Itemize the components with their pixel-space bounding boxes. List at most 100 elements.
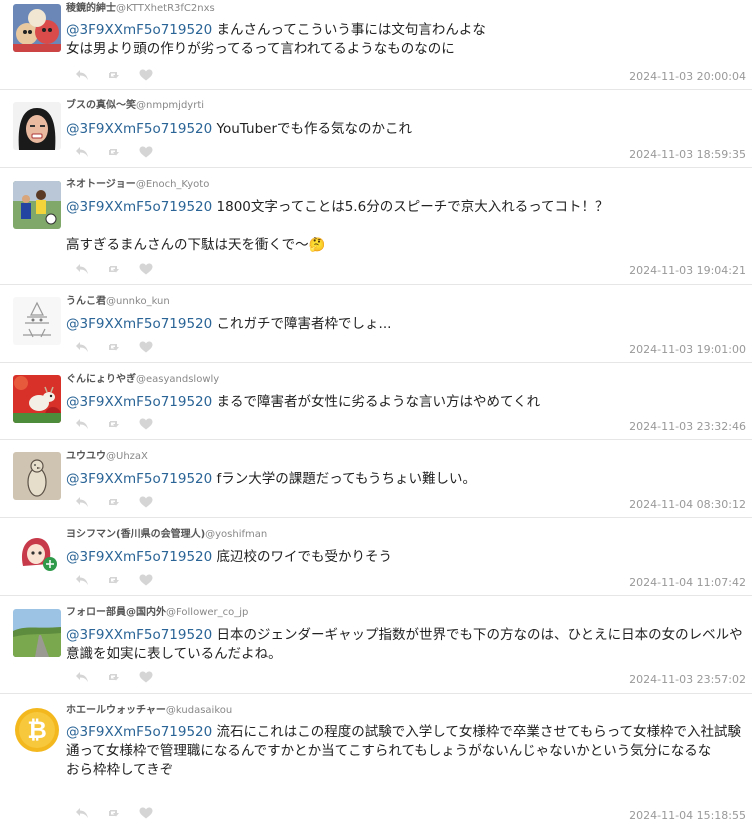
avatar[interactable] — [13, 452, 61, 500]
retweet-icon[interactable] — [106, 495, 122, 509]
avatar[interactable] — [13, 375, 61, 423]
user-handle[interactable]: @KTTXhetR3fC2nxs — [116, 3, 215, 14]
anime-girl-avatar-icon — [13, 530, 61, 578]
tweet-timestamp[interactable]: 2024-11-04 08:30:12 — [629, 498, 746, 511]
tweet-message: fラン大学の課題だってもうちょい難しい。 — [212, 471, 477, 487]
user-name[interactable]: うんこ君 — [66, 296, 106, 307]
tweet-timestamp[interactable]: 2024-11-04 15:18:55 — [629, 809, 746, 822]
tweet-actions — [74, 806, 154, 820]
user-name[interactable]: ヨシフマン(香川県の会管理人) — [66, 529, 205, 540]
avatar[interactable] — [13, 609, 61, 657]
tweet-header: 稜鏡的紳士@KTTXhetR3fC2nxs — [66, 3, 215, 15]
like-icon[interactable] — [138, 262, 154, 276]
road-landscape-avatar-icon — [13, 609, 61, 657]
tweet-header: ぐんにょりやぎ@easyandslowly — [66, 374, 219, 386]
reply-icon[interactable] — [74, 145, 90, 159]
tweet-header: ネオトージョー@Enoch_Kyoto — [66, 179, 209, 191]
tweet-text: @3F9XXmF5o719520 YouTuberでも作る気なのかこれ — [66, 120, 746, 139]
user-name[interactable]: フォロー部員@国内外 — [66, 607, 166, 618]
reply-icon[interactable] — [74, 573, 90, 587]
avatar[interactable] — [13, 4, 61, 52]
reply-icon[interactable] — [74, 670, 90, 684]
tweet-timestamp[interactable]: 2024-11-03 23:57:02 — [629, 673, 746, 686]
user-handle[interactable]: @yoshifman — [205, 529, 267, 540]
avatar[interactable]: ₿ — [13, 706, 61, 754]
user-handle[interactable]: @kudasaikou — [166, 705, 232, 716]
tweet-actions — [74, 495, 154, 509]
plush-toys-avatar-icon — [13, 4, 61, 52]
user-name[interactable]: ぐんにょりやぎ — [66, 374, 136, 385]
mention-link[interactable]: @3F9XXmF5o719520 — [66, 199, 212, 215]
like-icon[interactable] — [138, 670, 154, 684]
user-handle[interactable]: @UhzaX — [106, 451, 148, 462]
like-icon[interactable] — [138, 68, 154, 82]
tweet-timestamp[interactable]: 2024-11-03 23:32:46 — [629, 420, 746, 433]
tweet-timestamp[interactable]: 2024-11-03 19:01:00 — [629, 343, 746, 356]
user-name[interactable]: ユウユウ — [66, 451, 106, 462]
reply-icon[interactable] — [74, 495, 90, 509]
mention-link[interactable]: @3F9XXmF5o719520 — [66, 22, 212, 38]
retweet-icon[interactable] — [106, 806, 122, 820]
tweet-text: @3F9XXmF5o719520 まんさんってこういう事には文句言わんよな 女は… — [66, 21, 746, 59]
like-icon[interactable] — [138, 495, 154, 509]
tweet-item: ぐんにょりやぎ@easyandslowly @3F9XXmF5o719520 ま… — [0, 363, 752, 440]
user-handle[interactable]: @nmpmjdyrti — [136, 100, 204, 111]
retweet-icon[interactable] — [106, 417, 122, 431]
mention-link[interactable]: @3F9XXmF5o719520 — [66, 121, 212, 137]
tweet-actions — [74, 670, 154, 684]
user-name[interactable]: ブスの真似〜笑 — [66, 100, 136, 111]
mention-link[interactable]: @3F9XXmF5o719520 — [66, 471, 212, 487]
user-name[interactable]: ネオトージョー — [66, 179, 136, 190]
tweet-item: ₿ ホエールウォッチャー@kudasaikou @3F9XXmF5o719520… — [0, 694, 752, 828]
retweet-icon[interactable] — [106, 340, 122, 354]
mention-link[interactable]: @3F9XXmF5o719520 — [66, 316, 212, 332]
reply-icon[interactable] — [74, 806, 90, 820]
tweet-timestamp[interactable]: 2024-11-03 20:00:04 — [629, 70, 746, 83]
user-handle[interactable]: @Follower_co_jp — [166, 607, 248, 618]
retweet-icon[interactable] — [106, 573, 122, 587]
avatar[interactable] — [13, 530, 61, 578]
retweet-icon[interactable] — [106, 262, 122, 276]
retweet-icon[interactable] — [106, 145, 122, 159]
tweet-actions — [74, 340, 154, 354]
tweet-actions — [74, 145, 154, 159]
reply-icon[interactable] — [74, 417, 90, 431]
reply-icon[interactable] — [74, 340, 90, 354]
like-icon[interactable] — [138, 340, 154, 354]
tweet-timestamp[interactable]: 2024-11-03 19:04:21 — [629, 264, 746, 277]
tweet-message: YouTuberでも作る気なのかこれ — [212, 121, 412, 137]
avatar[interactable] — [13, 297, 61, 345]
reply-icon[interactable] — [74, 68, 90, 82]
tweet-timestamp[interactable]: 2024-11-04 11:07:42 — [629, 576, 746, 589]
mention-link[interactable]: @3F9XXmF5o719520 — [66, 627, 212, 643]
user-handle[interactable]: @Enoch_Kyoto — [136, 179, 210, 190]
goat-flowers-avatar-icon — [13, 375, 61, 423]
user-handle[interactable]: @easyandslowly — [136, 374, 219, 385]
grimace-face-avatar-icon — [13, 102, 61, 150]
avatar[interactable] — [13, 181, 61, 229]
tweet-item: ネオトージョー@Enoch_Kyoto @3F9XXmF5o719520 180… — [0, 168, 752, 285]
tweet-text: @3F9XXmF5o719520 まるで障害者が女性に劣るような言い方はやめてく… — [66, 393, 746, 412]
user-name[interactable]: ホエールウォッチャー — [66, 705, 166, 716]
bitcoin-avatar-icon: ₿ — [13, 706, 61, 754]
user-handle[interactable]: @unnko_kun — [106, 296, 170, 307]
tweet-header: うんこ君@unnko_kun — [66, 296, 170, 308]
tweet-header: ホエールウォッチャー@kudasaikou — [66, 705, 232, 717]
user-name[interactable]: 稜鏡的紳士 — [66, 3, 116, 14]
avatar[interactable] — [13, 102, 61, 150]
tweet-timestamp[interactable]: 2024-11-03 18:59:35 — [629, 148, 746, 161]
like-icon[interactable] — [138, 806, 154, 820]
reply-icon[interactable] — [74, 262, 90, 276]
like-icon[interactable] — [138, 573, 154, 587]
mention-link[interactable]: @3F9XXmF5o719520 — [66, 724, 212, 740]
mention-link[interactable]: @3F9XXmF5o719520 — [66, 549, 212, 565]
like-icon[interactable] — [138, 145, 154, 159]
tweet-actions — [74, 262, 154, 276]
like-icon[interactable] — [138, 417, 154, 431]
retweet-icon[interactable] — [106, 68, 122, 82]
tweet-text: @3F9XXmF5o719520 1800文字ってことは5.6分のスピーチで京大… — [66, 198, 746, 255]
tweet-header: フォロー部員@国内外@Follower_co_jp — [66, 607, 248, 619]
mention-link[interactable]: @3F9XXmF5o719520 — [66, 394, 212, 410]
svg-text:₿: ₿ — [27, 716, 47, 744]
retweet-icon[interactable] — [106, 670, 122, 684]
